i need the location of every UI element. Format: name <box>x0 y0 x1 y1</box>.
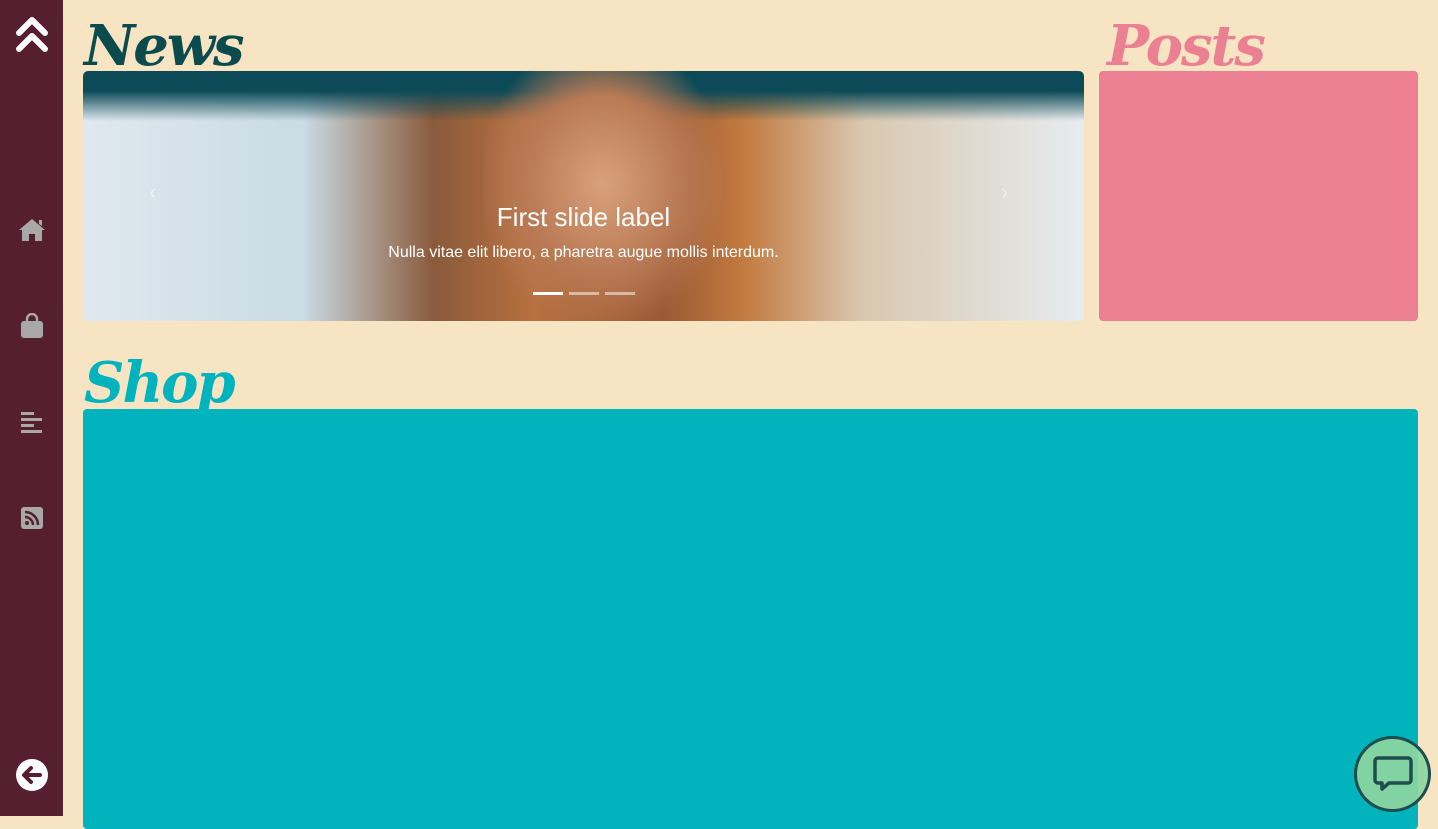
posts-heading: Posts <box>1107 13 1266 79</box>
chat-bubble-icon <box>1372 756 1413 791</box>
news-carousel[interactable]: ‹ › First slide label Nulla vitae elit l… <box>83 71 1084 321</box>
shopping-bag-icon[interactable] <box>0 313 63 339</box>
shop-panel <box>83 409 1418 829</box>
news-heading: News <box>84 13 245 79</box>
carousel-indicator-1[interactable] <box>533 292 563 295</box>
chevrons-up-icon[interactable] <box>0 14 63 54</box>
posts-panel <box>1099 71 1418 321</box>
slide-image <box>483 71 723 321</box>
chat-button[interactable] <box>1354 736 1431 812</box>
home-icon[interactable] <box>0 218 63 242</box>
shop-heading: Shop <box>84 350 236 416</box>
sidebar <box>0 0 63 816</box>
slide-text: Nulla vitae elit libero, a pharetra augu… <box>388 244 779 261</box>
carousel-indicator-2[interactable] <box>569 292 599 295</box>
carousel-indicator-3[interactable] <box>605 292 635 295</box>
rss-icon[interactable] <box>0 506 63 530</box>
arrow-left-circle-icon[interactable] <box>0 759 63 791</box>
slide-title: First slide label <box>496 202 671 232</box>
align-left-icon[interactable] <box>0 410 63 434</box>
